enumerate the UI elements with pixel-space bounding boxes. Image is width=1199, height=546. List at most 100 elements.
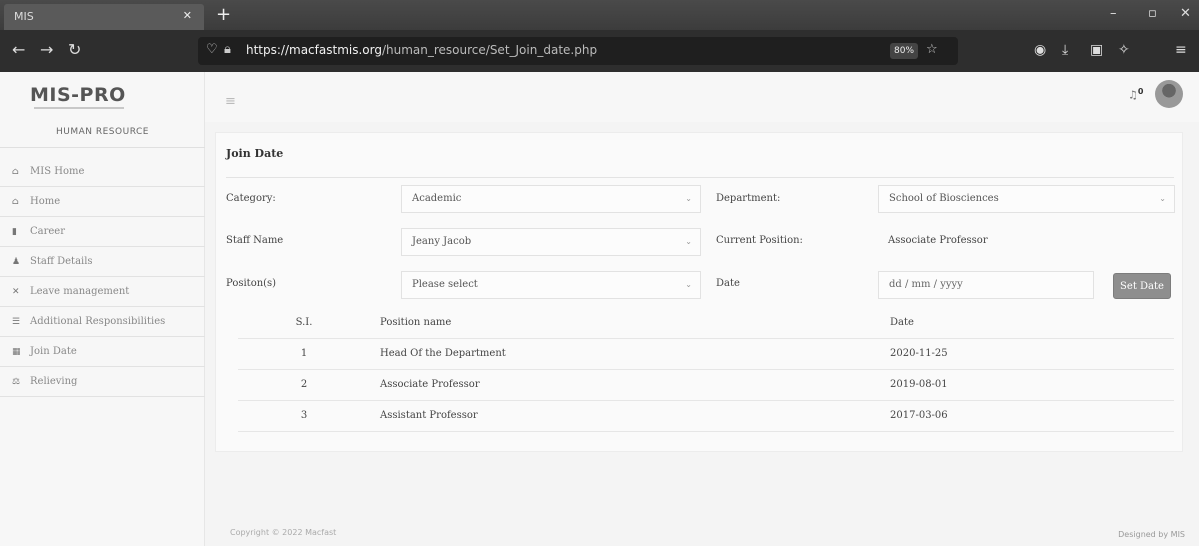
app: MIS-PRO HUMAN RESOURCE ⌂ MIS Home ⌂ Home ▮… — [0, 72, 1199, 546]
close-tab-icon[interactable]: ✕ — [183, 9, 192, 22]
chevron-down-icon: ⌄ — [685, 194, 692, 203]
sidebar-item-label: Home — [30, 196, 61, 207]
footer-copyright: Copyright © 2022 Macfast — [230, 528, 337, 537]
category-select[interactable]: Academic ⌄ — [401, 185, 701, 213]
date-input[interactable]: dd / mm / yyyy — [878, 271, 1094, 299]
sidebar-item-label: Leave management — [30, 286, 130, 297]
home-icon: ⌂ — [12, 197, 19, 207]
sidebar-item-label: Career — [30, 226, 66, 237]
sidebar-item-label: MIS Home — [30, 166, 85, 177]
sidebar-item-label: Relieving — [30, 376, 78, 387]
staff-name-value: Jeany Jacob — [412, 236, 472, 247]
back-icon[interactable]: ← — [12, 40, 25, 59]
calendar-icon: ▦ — [12, 347, 21, 357]
browser-tab[interactable]: MIS ✕ — [4, 4, 204, 30]
chevron-down-icon: ⌄ — [685, 280, 692, 289]
row-position: Head Of the Department — [370, 338, 884, 370]
category-label: Category: — [226, 193, 276, 204]
footer-designed-by: Designed by MIS — [1118, 530, 1185, 539]
hamburger-icon[interactable]: ≡ — [225, 94, 236, 109]
date-placeholder: dd / mm / yyyy — [889, 279, 963, 290]
row-si: 1 — [238, 338, 370, 370]
department-value: School of Biosciences — [889, 193, 999, 204]
sidebar-item-career[interactable]: ▮ Career — [0, 217, 205, 247]
download-icon[interactable]: ⤓ — [1062, 42, 1068, 58]
page-title: Join Date — [226, 147, 284, 160]
scale-icon: ⚖ — [12, 377, 21, 387]
maximize-icon[interactable]: ▫ — [1148, 6, 1157, 21]
pocket-icon[interactable]: ◉ — [1034, 42, 1046, 58]
current-position-label: Current Position: — [716, 235, 803, 246]
browser-tab-bar: MIS ✕ + – ▫ ✕ — [0, 0, 1199, 30]
sidebar-item-label: Join Date — [30, 346, 77, 357]
table-header-row: S.I. Position name Date — [238, 307, 1174, 339]
sidebar-item-home[interactable]: ⌂ Home — [0, 187, 205, 217]
sidebar-item-relieving[interactable]: ⚖ Relieving — [0, 367, 205, 397]
address-bar[interactable]: ♡ 🔒︎ https://macfastmis.org/human_resour… — [198, 37, 958, 65]
browser-nav-bar: ← → ↻ ♡ 🔒︎ https://macfastmis.org/human_… — [0, 30, 1199, 72]
module-title: HUMAN RESOURCE — [0, 127, 205, 148]
shield-icon: ♡ — [206, 42, 218, 57]
menu-icon[interactable]: ≡ — [1175, 42, 1187, 58]
row-position: Associate Professor — [370, 369, 884, 401]
career-icon: ▮ — [12, 227, 17, 237]
col-header-si: S.I. — [238, 307, 370, 339]
bookmark-star-icon[interactable]: ☆ — [926, 42, 938, 57]
sidebar-item-mis-home[interactable]: ⌂ MIS Home — [0, 157, 205, 187]
extension-icon[interactable]: ▣ — [1090, 42, 1103, 58]
sidebar-item-label: Additional Responsibilities — [30, 316, 166, 327]
tab-title: MIS — [14, 10, 34, 23]
row-si: 3 — [238, 400, 370, 432]
new-tab-icon[interactable]: + — [216, 4, 231, 25]
reload-icon[interactable]: ↻ — [68, 40, 81, 59]
staff-name-select[interactable]: Jeany Jacob ⌄ — [401, 228, 701, 256]
top-bar: ≡ ♫0 — [205, 72, 1199, 122]
user-icon: ♟ — [12, 257, 21, 267]
positions-table: S.I. Position name Date 1 Head Of the De… — [238, 307, 1174, 432]
minimize-icon[interactable]: – — [1110, 6, 1117, 21]
row-date: 2019-08-01 — [884, 369, 1174, 401]
cross-icon: ✕ — [12, 287, 20, 297]
window-close-icon[interactable]: ✕ — [1180, 6, 1191, 21]
sidebar-item-staff-details[interactable]: ♟ Staff Details — [0, 247, 205, 277]
notification-bell-icon[interactable]: ♫0 — [1128, 87, 1143, 102]
positions-label: Positon(s) — [226, 278, 277, 289]
col-header-date: Date — [884, 307, 1174, 339]
department-select[interactable]: School of Biosciences ⌄ — [878, 185, 1175, 213]
date-label: Date — [716, 278, 740, 289]
set-date-button[interactable]: Set Date — [1113, 273, 1171, 299]
table-row: 1 Head Of the Department 2020-11-25 — [238, 338, 1174, 370]
sidebar-item-additional-responsibilities[interactable]: ☰ Additional Responsibilities — [0, 307, 205, 337]
row-si: 2 — [238, 369, 370, 401]
list-icon: ☰ — [12, 317, 21, 327]
positions-value: Please select — [412, 279, 478, 290]
avatar[interactable] — [1155, 80, 1183, 108]
chevron-down-icon: ⌄ — [685, 237, 692, 246]
logo[interactable]: MIS-PRO — [30, 84, 126, 106]
row-date: 2017-03-06 — [884, 400, 1174, 432]
category-value: Academic — [412, 193, 462, 204]
table-row: 3 Assistant Professor 2017-03-06 — [238, 400, 1174, 432]
chevron-down-icon: ⌄ — [1159, 194, 1166, 203]
url-host: https://macfastmis.org — [246, 43, 382, 57]
sidebar: MIS-PRO HUMAN RESOURCE ⌂ MIS Home ⌂ Home ▮… — [0, 72, 205, 546]
home-icon: ⌂ — [12, 167, 19, 177]
positions-select[interactable]: Please select ⌄ — [401, 271, 701, 299]
divider — [226, 177, 1174, 178]
join-date-card: Join Date Category: Academic ⌄ Departmen… — [215, 132, 1183, 452]
forward-icon[interactable]: → — [40, 40, 53, 59]
tools-icon[interactable]: ✧ — [1118, 42, 1130, 58]
staff-name-label: Staff Name — [226, 235, 284, 246]
zoom-level[interactable]: 80% — [890, 43, 919, 59]
row-position: Assistant Professor — [370, 400, 884, 432]
row-date: 2020-11-25 — [884, 338, 1174, 370]
table-row: 2 Associate Professor 2019-08-01 — [238, 369, 1174, 401]
sidebar-item-join-date[interactable]: ▦ Join Date — [0, 337, 205, 367]
col-header-position: Position name — [370, 307, 884, 339]
department-label: Department: — [716, 193, 781, 204]
sidebar-item-leave-management[interactable]: ✕ Leave management — [0, 277, 205, 307]
url-path: /human_resource/Set_Join_date.php — [381, 43, 598, 57]
sidebar-item-label: Staff Details — [30, 256, 93, 267]
current-position-value: Associate Professor — [888, 235, 988, 246]
logo-tagline — [34, 107, 124, 109]
